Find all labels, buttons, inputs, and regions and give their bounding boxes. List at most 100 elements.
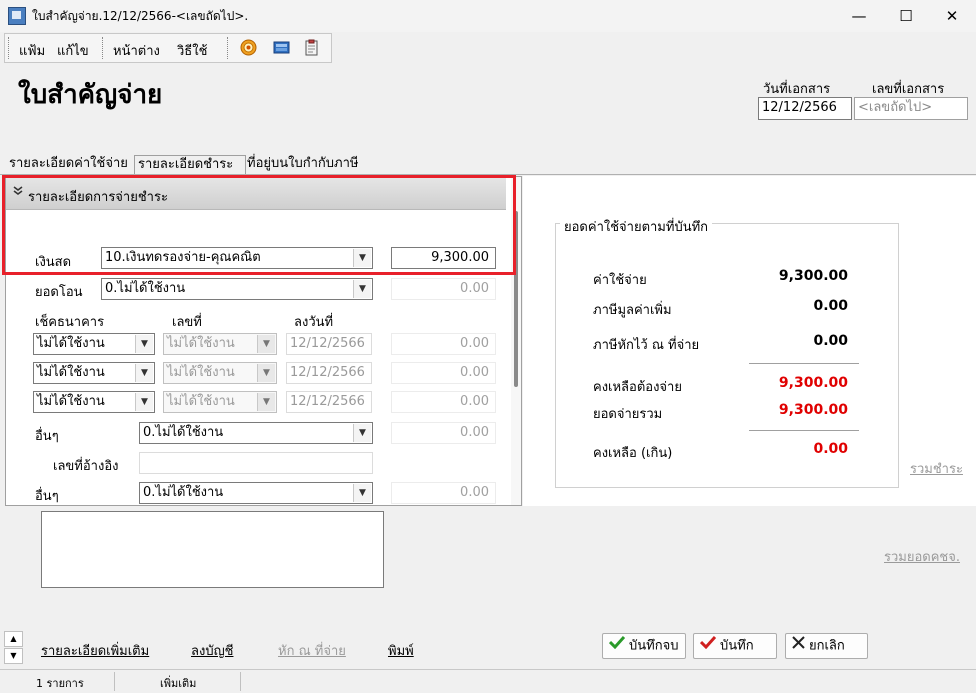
check-icon bbox=[699, 634, 717, 658]
highlight-box bbox=[2, 175, 516, 275]
chevron-down-icon[interactable]: ▼ bbox=[353, 280, 371, 298]
page-title: ใบสำคัญจ่าย bbox=[18, 80, 163, 110]
cheque-bank-dropdown[interactable]: ไม่ได้ใช้งาน ▼ bbox=[33, 333, 155, 355]
cheque-date-label: ลงวันที่ bbox=[294, 315, 334, 330]
tab-expense-details[interactable]: รายละเอียดค่าใช้จ่าย bbox=[6, 155, 131, 175]
chevron-down-icon[interactable]: ▼ bbox=[257, 335, 275, 353]
balance-label: คงเหลือ (เกิน) bbox=[593, 446, 673, 461]
doc-no-label: เลขที่เอกสาร bbox=[872, 82, 945, 97]
cheque-number-value: ไม่ได้ใช้งาน bbox=[167, 336, 235, 351]
chevron-down-icon[interactable]: ▼ bbox=[135, 364, 153, 382]
status-divider bbox=[240, 672, 241, 691]
print-link[interactable]: พิมพ์ bbox=[388, 640, 414, 661]
memo-textarea[interactable] bbox=[41, 511, 384, 588]
window-title: ใบสำคัญจ่าย.12/12/2566-<เลขถัดไป>. bbox=[32, 9, 249, 23]
doc-date-field[interactable]: 12/12/2566 bbox=[758, 97, 852, 120]
paid-total-label: ยอดจ่ายรวม bbox=[593, 407, 663, 422]
close-button[interactable]: ✕ bbox=[929, 0, 975, 32]
expense-label: ค่าใช้จ่าย bbox=[593, 273, 647, 288]
save-close-button[interactable]: บันทึกจบ bbox=[602, 633, 686, 659]
more-details-link[interactable]: รายละเอียดเพิ่มเติม bbox=[41, 640, 149, 661]
close-icon bbox=[792, 634, 805, 658]
tab-payment-details[interactable]: รายละเอียดชำระ bbox=[134, 155, 246, 176]
clipboard-icon[interactable] bbox=[303, 39, 320, 56]
transfer-label: ยอดโอน bbox=[35, 285, 83, 300]
toolbar-grip bbox=[227, 37, 231, 59]
cheque-bank-value: ไม่ได้ใช้งาน bbox=[37, 336, 105, 351]
other-amount-field[interactable]: 0.00 bbox=[391, 422, 496, 444]
minimize-button[interactable]: — bbox=[836, 0, 882, 32]
target-icon[interactable] bbox=[240, 39, 257, 56]
chevron-down-icon[interactable]: ▼ bbox=[135, 393, 153, 411]
maximize-button[interactable]: ☐ bbox=[883, 0, 929, 32]
cheque-amount-field[interactable]: 0.00 bbox=[391, 391, 496, 413]
menu-toolbar: แฟ้ม แก้ไข หน้าต่าง วิธีใช้ bbox=[4, 33, 332, 63]
tab-tax-invoice-address[interactable]: ที่อยู่บนใบกำกับภาษี bbox=[244, 155, 361, 175]
menu-window[interactable]: หน้าต่าง bbox=[113, 40, 160, 61]
other-account-dropdown[interactable]: 0.ไม่ได้ใช้งาน ▼ bbox=[139, 482, 373, 504]
summary-divider bbox=[749, 363, 859, 364]
cheque-bank-dropdown[interactable]: ไม่ได้ใช้งาน ▼ bbox=[33, 362, 155, 384]
status-bar: 1 รายการ เพิ่มเติม bbox=[0, 669, 976, 693]
other-account-value: 0.ไม่ได้ใช้งาน bbox=[143, 485, 224, 500]
chevron-down-icon[interactable]: ▼ bbox=[257, 393, 275, 411]
save-button[interactable]: บันทึก bbox=[693, 633, 777, 659]
menu-help[interactable]: วิธีใช้ bbox=[177, 40, 207, 61]
cheque-date-field[interactable]: 12/12/2566 bbox=[286, 391, 372, 413]
toolbar-grip bbox=[8, 37, 12, 59]
cheque-number-dropdown[interactable]: ไม่ได้ใช้งาน ▼ bbox=[163, 391, 277, 413]
chevron-down-icon[interactable]: ▼ bbox=[257, 364, 275, 382]
screen-icon[interactable] bbox=[273, 39, 290, 56]
save-label: บันทึก bbox=[720, 638, 754, 654]
sum-payment-link[interactable]: รวมชำระ bbox=[910, 458, 963, 479]
menu-edit[interactable]: แก้ไข bbox=[57, 40, 89, 61]
cancel-label: ยกเลิก bbox=[809, 638, 845, 654]
remaining-label: คงเหลือต้องจ่าย bbox=[593, 380, 682, 395]
cheque-number-dropdown[interactable]: ไม่ได้ใช้งาน ▼ bbox=[163, 333, 277, 355]
vat-value: 0.00 bbox=[813, 298, 848, 314]
remaining-value: 9,300.00 bbox=[778, 375, 848, 391]
chevron-down-icon[interactable]: ▼ bbox=[353, 484, 371, 502]
sum-expense-link[interactable]: รวมยอดคชจ. bbox=[884, 546, 960, 567]
transfer-amount-field[interactable]: 0.00 bbox=[391, 278, 496, 300]
cheque-amount-field[interactable]: 0.00 bbox=[391, 333, 496, 355]
other-amount-field[interactable]: 0.00 bbox=[391, 482, 496, 504]
menu-file[interactable]: แฟ้ม bbox=[19, 40, 45, 61]
cheque-bank-dropdown[interactable]: ไม่ได้ใช้งาน ▼ bbox=[33, 391, 155, 413]
wht-label: ภาษีหักไว้ ณ ที่จ่าย bbox=[593, 338, 700, 353]
doc-no-field[interactable]: <เลขถัดไป> bbox=[854, 97, 968, 120]
other-label: อื่นๆ bbox=[35, 429, 59, 444]
ref-no-field[interactable] bbox=[139, 452, 373, 474]
cheque-bank-value: ไม่ได้ใช้งาน bbox=[37, 394, 105, 409]
cancel-button[interactable]: ยกเลิก bbox=[785, 633, 868, 659]
other-account-dropdown[interactable]: 0.ไม่ได้ใช้งาน ▼ bbox=[139, 422, 373, 444]
record-count: 1 รายการ bbox=[36, 677, 84, 690]
cheque-bank-label: เช็คธนาคาร bbox=[35, 315, 105, 330]
title-bar: ใบสำคัญจ่าย.12/12/2566-<เลขถัดไป>. — ☐ ✕ bbox=[0, 0, 976, 32]
expense-value: 9,300.00 bbox=[778, 268, 848, 284]
transfer-account-dropdown[interactable]: 0.ไม่ได้ใช้งาน ▼ bbox=[101, 278, 373, 300]
balance-value: 0.00 bbox=[813, 441, 848, 457]
chevron-down-icon[interactable]: ▼ bbox=[135, 335, 153, 353]
transfer-account-value: 0.ไม่ได้ใช้งาน bbox=[105, 281, 186, 296]
check-icon bbox=[608, 634, 626, 658]
cheque-amount-field[interactable]: 0.00 bbox=[391, 362, 496, 384]
summary-divider bbox=[749, 430, 859, 431]
other-account-value: 0.ไม่ได้ใช้งาน bbox=[143, 425, 224, 440]
cheque-number-value: ไม่ได้ใช้งาน bbox=[167, 394, 235, 409]
cheque-number-dropdown[interactable]: ไม่ได้ใช้งาน ▼ bbox=[163, 362, 277, 384]
toolbar-grip bbox=[102, 37, 106, 59]
chevron-down-icon[interactable]: ▼ bbox=[353, 424, 371, 442]
cheque-number-label: เลขที่ bbox=[172, 315, 202, 330]
cheque-number-value: ไม่ได้ใช้งาน bbox=[167, 365, 235, 380]
edit-mode: เพิ่มเติม bbox=[160, 677, 197, 690]
withholding-link[interactable]: หัก ณ ที่จ่าย bbox=[278, 640, 346, 661]
other-label: อื่นๆ bbox=[35, 489, 59, 504]
paid-total-value: 9,300.00 bbox=[778, 402, 848, 418]
cheque-bank-value: ไม่ได้ใช้งาน bbox=[37, 365, 105, 380]
cheque-date-field[interactable]: 12/12/2566 bbox=[286, 362, 372, 384]
post-ledger-link[interactable]: ลงบัญชี bbox=[191, 640, 233, 661]
cheque-date-field[interactable]: 12/12/2566 bbox=[286, 333, 372, 355]
scroll-down-button[interactable]: ▼ bbox=[4, 648, 23, 664]
scroll-up-button[interactable]: ▲ bbox=[4, 631, 23, 647]
